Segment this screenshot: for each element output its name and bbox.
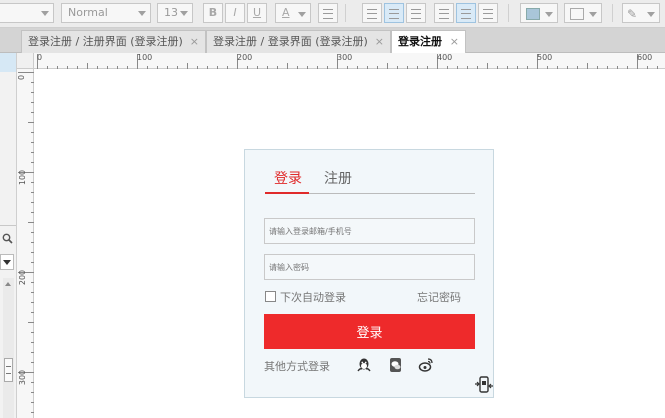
email-field[interactable] (264, 218, 475, 244)
list-icon (323, 9, 333, 19)
tab-login-register[interactable]: 登录注册 × (391, 30, 466, 54)
tab-label: 登录注册 (398, 35, 442, 48)
ruler-label: 0 (17, 74, 27, 81)
ruler-label: 500 (537, 53, 553, 62)
login-button[interactable]: 登录 (264, 314, 475, 349)
ruler-label: 200 (237, 53, 253, 62)
close-icon[interactable]: × (190, 31, 199, 53)
bold-button[interactable]: B (203, 3, 223, 23)
remember-checkbox[interactable] (265, 291, 276, 302)
forgot-password-link[interactable]: 忘记密码 (417, 289, 461, 305)
login-card: 登录 注册 下次自动登录 忘记密码 登录 其他方式登录 (244, 149, 494, 398)
italic-button[interactable]: I (225, 3, 245, 23)
vertical-ruler: 0 100 200 300 (17, 69, 34, 418)
font-style-select[interactable]: Normal (61, 3, 151, 23)
align-top-icon (439, 9, 449, 19)
font-color-button[interactable]: A (275, 3, 311, 23)
close-icon[interactable]: × (450, 31, 459, 53)
panel-divider (0, 225, 16, 226)
line-color-button[interactable]: ✎ (622, 3, 660, 23)
tab-label: 登录注册 / 注册界面 (登录注册) (28, 35, 183, 48)
font-style-value: Normal (68, 6, 108, 19)
other-methods-label: 其他方式登录 (264, 360, 330, 373)
font-size-value: 13 (164, 6, 178, 19)
toolbar-separator (612, 4, 613, 22)
document-tab-bar: 登录注册 / 注册界面 (登录注册) × 登录注册 / 登录界面 (登录注册) … (0, 28, 665, 54)
login-tab[interactable]: 登录 (274, 168, 302, 188)
ruler-corner (17, 53, 34, 69)
ruler-label: 100 (18, 169, 28, 186)
ruler-label: 600 (637, 53, 653, 62)
toolbar-separator (508, 4, 509, 22)
selected-page-row[interactable] (0, 52, 16, 72)
ruler-label: 300 (337, 53, 353, 62)
align-left-icon (367, 9, 377, 19)
ruler-label: 200 (18, 269, 28, 286)
pen-icon: ✎ (627, 7, 638, 21)
wechat-icon[interactable] (388, 357, 404, 373)
ruler-label: 300 (18, 369, 28, 386)
align-right-icon (411, 9, 421, 19)
align-bottom-icon (483, 9, 493, 19)
ruler-label: 400 (437, 53, 453, 62)
grip-icon (6, 366, 11, 374)
font-color-icon: A (282, 6, 290, 19)
register-tab[interactable]: 注册 (324, 168, 352, 188)
tab-label: 登录注册 / 登录界面 (登录注册) (213, 35, 368, 48)
align-center-icon (389, 9, 399, 19)
vertical-ruler-ticks (18, 72, 34, 413)
weibo-icon[interactable] (418, 357, 434, 373)
toolbar-separator (345, 4, 346, 22)
close-icon[interactable]: × (375, 31, 384, 53)
align-top-button[interactable] (434, 3, 454, 23)
align-right-button[interactable] (406, 3, 426, 23)
tab-login-page[interactable]: 登录注册 / 登录界面 (登录注册) × (206, 30, 391, 53)
align-bottom-button[interactable] (478, 3, 498, 23)
active-tab-indicator (265, 192, 309, 194)
ruler-label: 100 (137, 53, 153, 62)
left-panel (0, 28, 17, 418)
scroll-thumb[interactable] (4, 358, 13, 382)
fill-color-icon (526, 8, 540, 20)
remember-label: 下次自动登录 (280, 291, 346, 304)
tab-register-page[interactable]: 登录注册 / 注册界面 (登录注册) × (21, 30, 206, 53)
ruler-label: 0 (37, 53, 43, 62)
align-middle-button[interactable] (456, 3, 476, 23)
border-style-icon (570, 8, 584, 20)
horizontal-ruler: 0 100 200 300 400 500 600 (34, 53, 665, 69)
search-icon[interactable] (2, 233, 13, 247)
border-style-button[interactable] (564, 3, 602, 23)
font-family-select[interactable] (0, 3, 54, 23)
chevron-down-icon (3, 260, 11, 265)
toolbar: Normal 13 B I U A ✎ (0, 0, 665, 28)
qq-icon[interactable] (356, 357, 372, 373)
fill-color-button[interactable] (520, 3, 558, 23)
font-size-select[interactable]: 13 (157, 3, 193, 23)
align-left-button[interactable] (362, 3, 382, 23)
align-center-button[interactable] (384, 3, 404, 23)
scroll-up-icon[interactable] (5, 282, 11, 286)
mobile-qr-icon[interactable] (474, 375, 494, 395)
scrollbar[interactable] (3, 278, 14, 418)
filter-dropdown[interactable] (0, 254, 14, 270)
align-middle-icon (461, 9, 471, 19)
list-button[interactable] (318, 3, 338, 23)
underline-button[interactable]: U (247, 3, 267, 23)
password-field[interactable] (264, 254, 475, 280)
